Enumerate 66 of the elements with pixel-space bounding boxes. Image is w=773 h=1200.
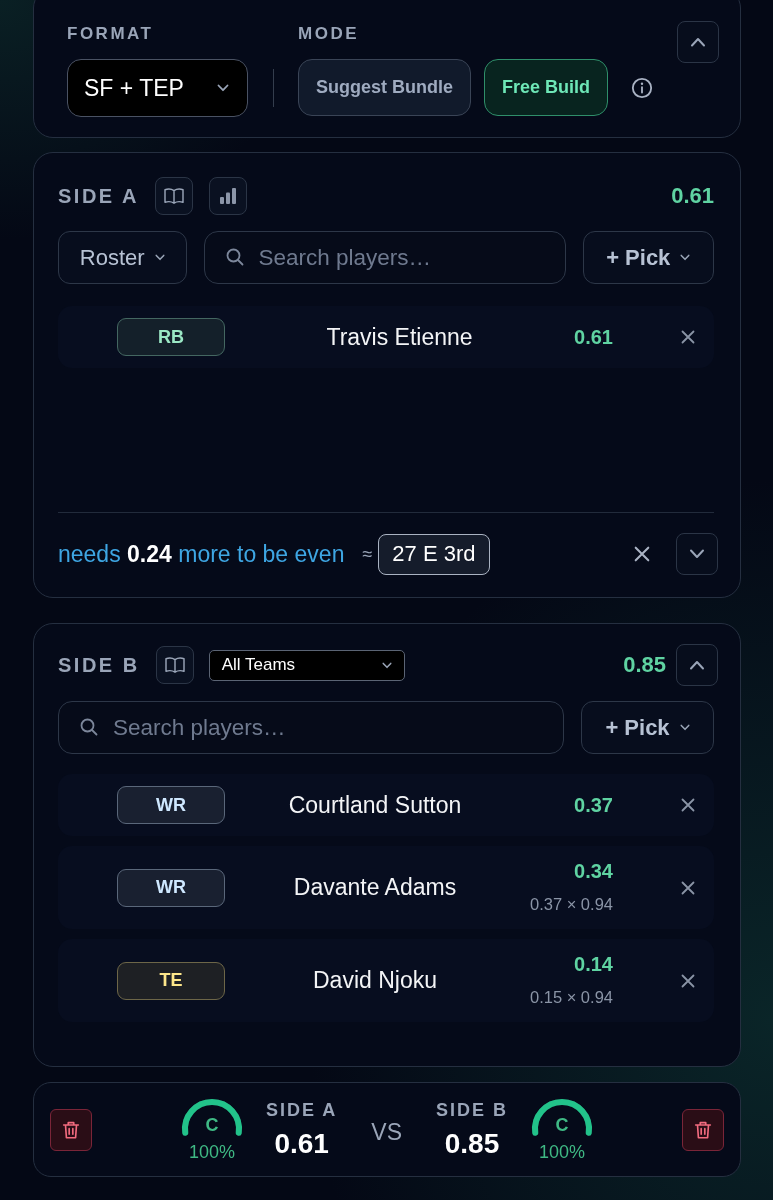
side-total: 0.61 [671,183,714,209]
score-label: SIDE A [265,1098,338,1121]
player-name: Courtland Sutton [288,791,462,819]
score-value: 0.85 [444,1126,500,1161]
side-title: SIDE B [58,653,140,677]
approx-sign: ≈ [362,543,373,565]
book-button[interactable] [155,646,194,684]
book-icon [163,656,186,674]
search-icon [80,718,98,736]
score-label: SIDE B [436,1098,508,1121]
confidence-value: 100% [188,1140,235,1163]
vs-label: VS [371,1119,402,1146]
chevron-up-icon [689,660,705,670]
info-icon[interactable] [631,76,654,99]
caret-icon [680,254,691,261]
player-value: 0.34 [574,859,613,884]
position-tag: RB [117,318,225,356]
player-name: Davante Adams [293,874,457,901]
caret-icon [679,724,690,731]
confidence-value: 100% [539,1140,586,1163]
section-label: FORMAT [67,23,154,45]
book-icon [162,187,185,205]
search-field[interactable]: Search players… [58,701,564,754]
value-formula: 0.37 × 0.94 [529,894,613,915]
delete-button[interactable] [50,1108,92,1151]
balance-hint: needs 0.24 more to be even [58,540,345,568]
team-select[interactable]: All Teams [208,649,405,681]
bar-chart-icon [217,186,238,206]
chart-button[interactable] [208,177,247,215]
mode-button[interactable]: Free Build [484,59,609,116]
side-total: 0.85 [623,652,666,678]
chevron-down-icon [689,549,705,559]
close-icon[interactable] [681,880,695,895]
score-value: 0.61 [274,1126,329,1161]
close-icon[interactable] [681,798,695,812]
expand-button[interactable] [676,533,718,575]
player-value: 0.37 [574,793,613,818]
collapse-button[interactable] [677,21,719,63]
format-select[interactable]: SF + TEP [67,59,248,117]
search-field[interactable]: Search players… [203,231,566,284]
player-name: Travis Etienne [326,323,473,351]
mode-button[interactable]: Suggest Bundle [298,59,471,116]
search-icon [225,248,244,266]
value-formula: 0.15 × 0.94 [529,987,613,1008]
player-value: 0.14 [574,952,613,977]
pick-chip: 27 E 3rd [378,533,490,575]
caret-icon [217,84,229,92]
position-tag: WR [117,786,225,824]
close-icon[interactable] [634,546,650,562]
position-tag: WR [117,868,225,907]
close-icon[interactable] [681,330,695,344]
delete-button[interactable] [682,1108,724,1151]
section-label: MODE [298,23,359,45]
player-value: 0.61 [574,325,613,350]
close-icon[interactable] [681,973,695,988]
book-button[interactable] [154,177,193,215]
chevron-up-icon [690,37,706,47]
collapse-button[interactable] [676,644,718,686]
position-tag: TE [117,961,225,1000]
caret-icon [381,661,392,669]
roster-button[interactable]: Roster [58,231,187,284]
caret-icon [154,254,165,261]
pick-button[interactable]: + Pick [582,231,714,284]
side-title: SIDE A [58,184,139,208]
player-name: David Njoku [313,967,437,994]
pick-button[interactable]: + Pick [581,701,714,754]
